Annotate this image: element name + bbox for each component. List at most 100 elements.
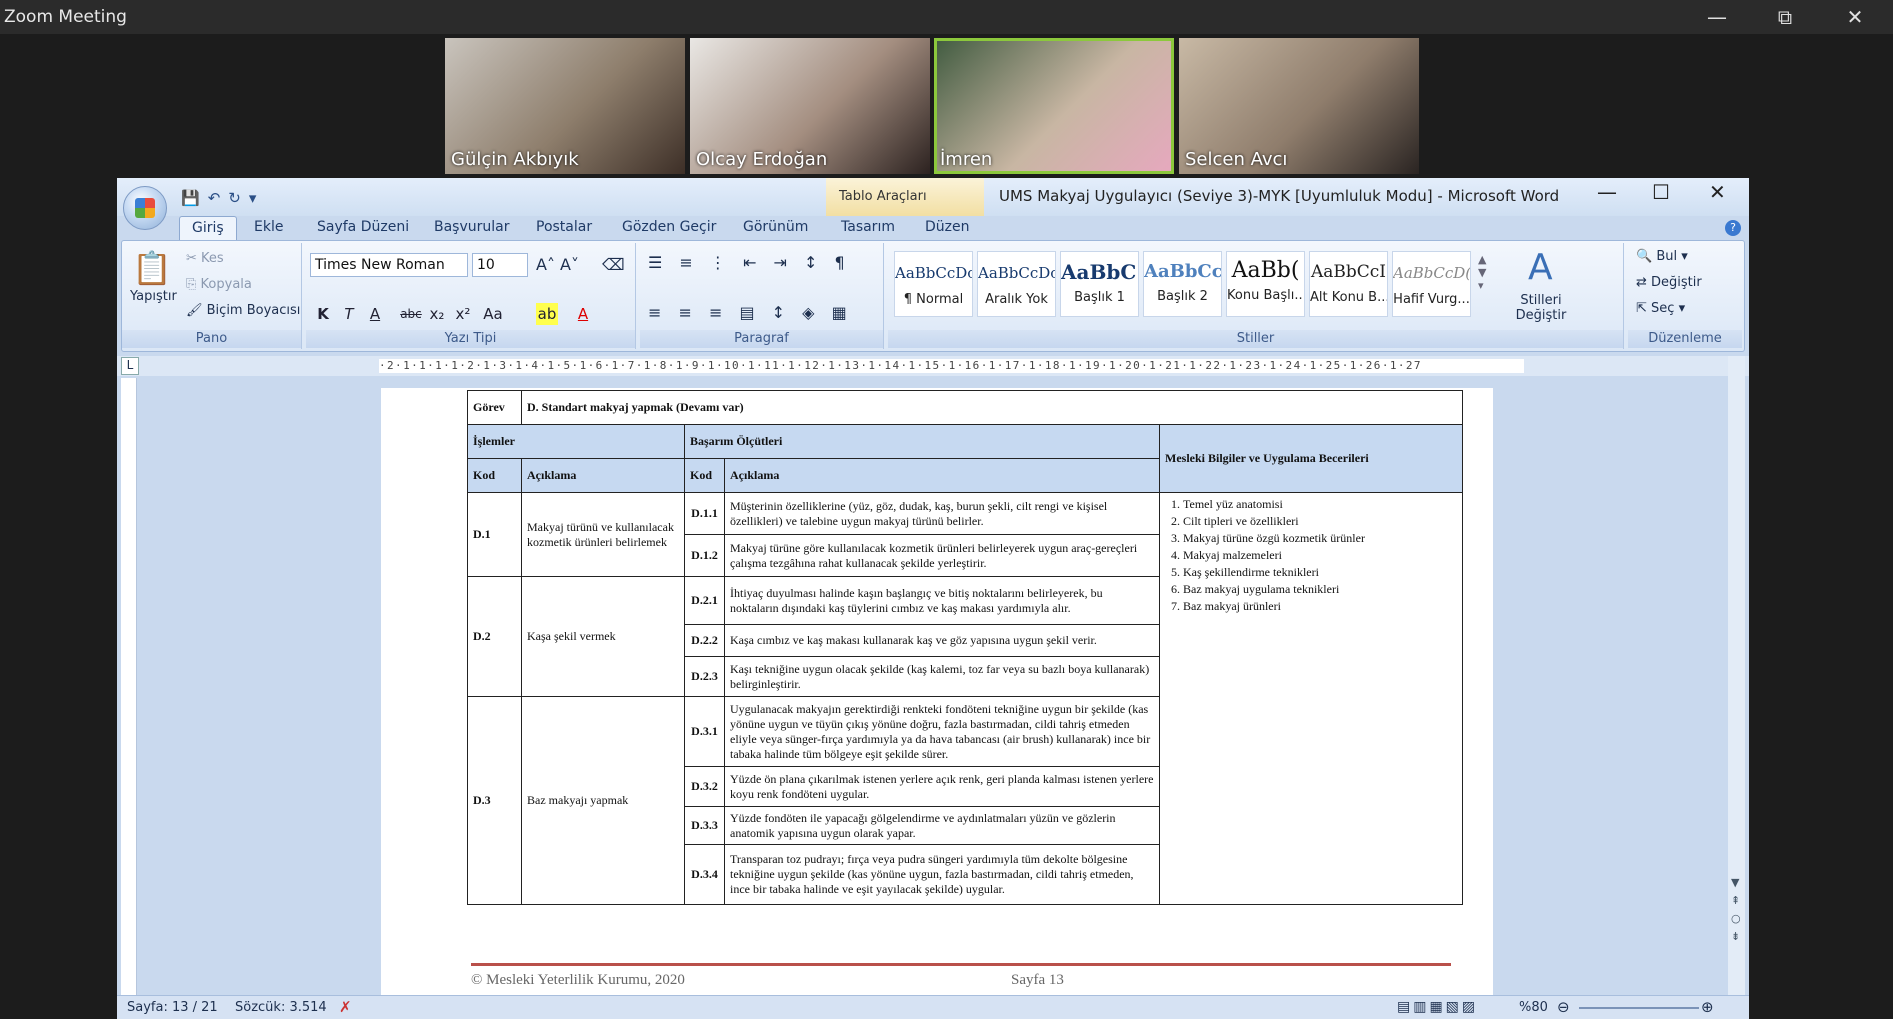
proofing-icon[interactable]: ✗ bbox=[339, 998, 352, 1016]
style-konu-basligi[interactable]: AaBb(Konu Başlı... bbox=[1226, 251, 1305, 317]
highlight-icon[interactable]: ab bbox=[536, 303, 558, 325]
font-name-select[interactable]: Times New Roman bbox=[310, 253, 468, 277]
clear-format-icon[interactable]: ⌫ bbox=[602, 255, 625, 274]
criterion-code: D.2.3 bbox=[684, 656, 725, 697]
page-count[interactable]: Sayfa: 13 / 21 bbox=[127, 1000, 218, 1015]
strikethrough-icon[interactable]: abc bbox=[400, 303, 422, 325]
undo-icon[interactable]: ↶ bbox=[208, 189, 221, 207]
paste-icon[interactable]: 📋 bbox=[132, 249, 172, 287]
zoom-level[interactable]: %80 bbox=[1519, 1000, 1548, 1015]
tab-selector-icon[interactable]: L bbox=[121, 357, 139, 375]
style-alt-konu[interactable]: AaBbCcI Alt Konu B... bbox=[1309, 251, 1388, 317]
tab-giris[interactable]: Giriş bbox=[179, 216, 237, 241]
word-close-icon[interactable]: ✕ bbox=[1709, 180, 1726, 204]
change-styles-icon[interactable]: A bbox=[1528, 247, 1553, 288]
find-label: Bul bbox=[1656, 249, 1678, 264]
group-label: Düzenleme bbox=[1628, 330, 1742, 348]
word-minimize-icon[interactable]: — bbox=[1597, 180, 1617, 204]
tab-basvurular[interactable]: Başvurular bbox=[434, 216, 510, 235]
zoom-out-icon[interactable]: ⊖ bbox=[1557, 998, 1570, 1016]
superscript-icon[interactable]: x² bbox=[452, 303, 474, 325]
format-painter-label: Biçim Boyacısı bbox=[206, 303, 301, 318]
styles-scroll-icon[interactable]: ▲ ▼ ▾ bbox=[1478, 253, 1486, 292]
criterion-text: Makyaj türüne göre kullanılacak kozmetik… bbox=[724, 534, 1160, 577]
close-button[interactable]: ✕ bbox=[1826, 0, 1884, 34]
word-window: 💾 ↶ ↻ ▾ Tablo Araçları UMS Makyaj Uygula… bbox=[117, 178, 1749, 1019]
group-pano: 📋 Yapıştır ✂ Kes ⎘ Kopyala 🖌 Biçim Boyac… bbox=[122, 243, 302, 349]
style-baslik-1[interactable]: AaBbC(Başlık 1 bbox=[1060, 251, 1139, 317]
style-name: Başlık 2 bbox=[1157, 289, 1208, 304]
align-buttons-icon[interactable]: ≡ ≡ ≡ ▤ ↕ ◈ ▦ bbox=[648, 303, 853, 322]
find-button[interactable]: 🔍 Bul ▾ bbox=[1636, 249, 1688, 264]
op-desc: Makyaj türünü ve kullanılacak kozmetik ü… bbox=[521, 492, 685, 577]
select-button[interactable]: ⇱ Seç ▾ bbox=[1636, 301, 1685, 316]
header-islemler: İşlemler bbox=[467, 424, 685, 459]
underline-icon[interactable]: A bbox=[364, 303, 386, 325]
tab-sayfa-duzeni[interactable]: Sayfa Düzeni bbox=[317, 216, 409, 235]
participant-tile[interactable]: Olcay Erdoğan bbox=[690, 38, 930, 174]
criterion-text: Yüzde ön plana çıkarılmak istenen yerler… bbox=[724, 766, 1160, 807]
font-size-select[interactable]: 10 bbox=[472, 253, 528, 277]
copy-button[interactable]: ⎘ Kopyala bbox=[186, 277, 252, 292]
zoom-slider[interactable] bbox=[1579, 1007, 1699, 1009]
vertical-ruler[interactable] bbox=[121, 378, 137, 995]
style-baslik-2[interactable]: AaBbCc Başlık 2 bbox=[1143, 251, 1222, 317]
brush-icon: 🖌 bbox=[186, 303, 207, 318]
grow-font-icon[interactable]: A˄ A˅ bbox=[536, 255, 579, 274]
participant-tile[interactable]: Gülçin Akbıyık bbox=[445, 38, 685, 174]
redo-icon[interactable]: ↻ bbox=[228, 189, 241, 207]
customize-qat-icon[interactable]: ▾ bbox=[249, 189, 257, 207]
tab-gorunum[interactable]: Görünüm bbox=[743, 216, 808, 235]
word-maximize-icon[interactable]: ☐ bbox=[1652, 180, 1670, 204]
document-page[interactable]: Görev D. Standart makyaj yapmak (Devamı … bbox=[381, 388, 1493, 1018]
style-name: Aralık Yok bbox=[985, 292, 1048, 307]
criterion-text: Yüzde fondöten ile yapacağı gölgelendirm… bbox=[724, 806, 1160, 845]
participant-tile-active[interactable]: İmren bbox=[934, 38, 1174, 174]
replace-button[interactable]: ⇄ Değiştir bbox=[1636, 275, 1702, 290]
save-icon[interactable]: 💾 bbox=[181, 189, 200, 207]
criterion-code: D.2.1 bbox=[684, 576, 725, 625]
participant-strip: Gülçin Akbıyık Olcay Erdoğan İmren Selce… bbox=[445, 38, 1421, 174]
criterion-code: D.3.2 bbox=[684, 766, 725, 807]
style-preview: AaBbCc bbox=[1144, 261, 1221, 282]
style-preview: AaBbC( bbox=[1061, 260, 1138, 284]
word-count[interactable]: Sözcük: 3.514 bbox=[235, 1000, 327, 1015]
style-aralik-yok[interactable]: AaBbCcDc Aralık Yok bbox=[977, 251, 1056, 317]
change-styles-button[interactable]: Stilleri Değiştir bbox=[1506, 293, 1576, 323]
ribbon-tabs: Giriş Ekle Sayfa Düzeni Başvurular Posta… bbox=[117, 216, 1749, 241]
restore-button[interactable]: ⧉ bbox=[1756, 0, 1814, 34]
participant-name: Selcen Avcı bbox=[1185, 149, 1288, 170]
list-item: Makyaj türüne özgü kozmetik ürünler bbox=[1183, 530, 1457, 547]
italic-icon[interactable]: T bbox=[338, 303, 360, 325]
zoom-in-icon[interactable]: ⊕ bbox=[1701, 998, 1714, 1016]
change-case-icon[interactable]: Aa bbox=[478, 303, 508, 325]
tab-ekle[interactable]: Ekle bbox=[254, 216, 283, 235]
vertical-scrollbar[interactable]: ▼ ⇞ ○ ⇟ bbox=[1728, 356, 1745, 996]
footer-page-number: Sayfa 13 bbox=[1011, 972, 1064, 988]
participant-tile[interactable]: Selcen Avcı bbox=[1179, 38, 1419, 174]
style-normal[interactable]: AaBbCcDc ¶ Normal bbox=[894, 251, 973, 317]
op-code: D.1 bbox=[467, 492, 522, 577]
tab-tasarim[interactable]: Tasarım bbox=[841, 216, 895, 235]
browse-buttons-icon[interactable]: ▼ ⇞ ○ ⇟ bbox=[1731, 874, 1741, 946]
bold-icon[interactable]: K bbox=[312, 303, 334, 325]
criterion-text: Kaşı tekniğine uygun olacak şekilde (kaş… bbox=[724, 656, 1160, 697]
criterion-text: Kaşa cımbız ve kaş makası kullanarak kaş… bbox=[724, 624, 1160, 657]
tab-postalar[interactable]: Postalar bbox=[536, 216, 592, 235]
format-painter-button[interactable]: 🖌 Biçim Boyacısı bbox=[186, 303, 300, 318]
help-icon[interactable]: ? bbox=[1725, 220, 1741, 236]
tab-gozden-gecir[interactable]: Gözden Geçir bbox=[622, 216, 716, 235]
list-buttons-icon[interactable]: ☰ ≡ ⋮ ⇤ ⇥ ↕ ¶ bbox=[648, 253, 851, 272]
cut-button[interactable]: ✂ Kes bbox=[186, 251, 224, 266]
header-aciklama: Açıklama bbox=[724, 458, 1160, 493]
word-title-bar: 💾 ↶ ↻ ▾ Tablo Araçları UMS Makyaj Uygula… bbox=[117, 178, 1749, 230]
copy-icon: ⎘ bbox=[186, 277, 201, 292]
tab-duzen[interactable]: Düzen bbox=[925, 216, 970, 235]
view-buttons-icon[interactable]: ▤▥▦▧▨ bbox=[1397, 999, 1478, 1015]
subscript-icon[interactable]: x₂ bbox=[426, 303, 448, 325]
paste-button[interactable]: Yapıştır bbox=[130, 289, 177, 304]
minimize-button[interactable]: — bbox=[1688, 0, 1746, 34]
horizontal-ruler[interactable]: L ·2·1·1·1·1·2·1·3·1·4·1·5·1·6·1·7·1·8·1… bbox=[117, 356, 1749, 376]
style-hafif-vurgu[interactable]: AaBbCcD(Hafif Vurg... bbox=[1392, 251, 1471, 317]
font-color-icon[interactable]: A bbox=[572, 303, 594, 325]
